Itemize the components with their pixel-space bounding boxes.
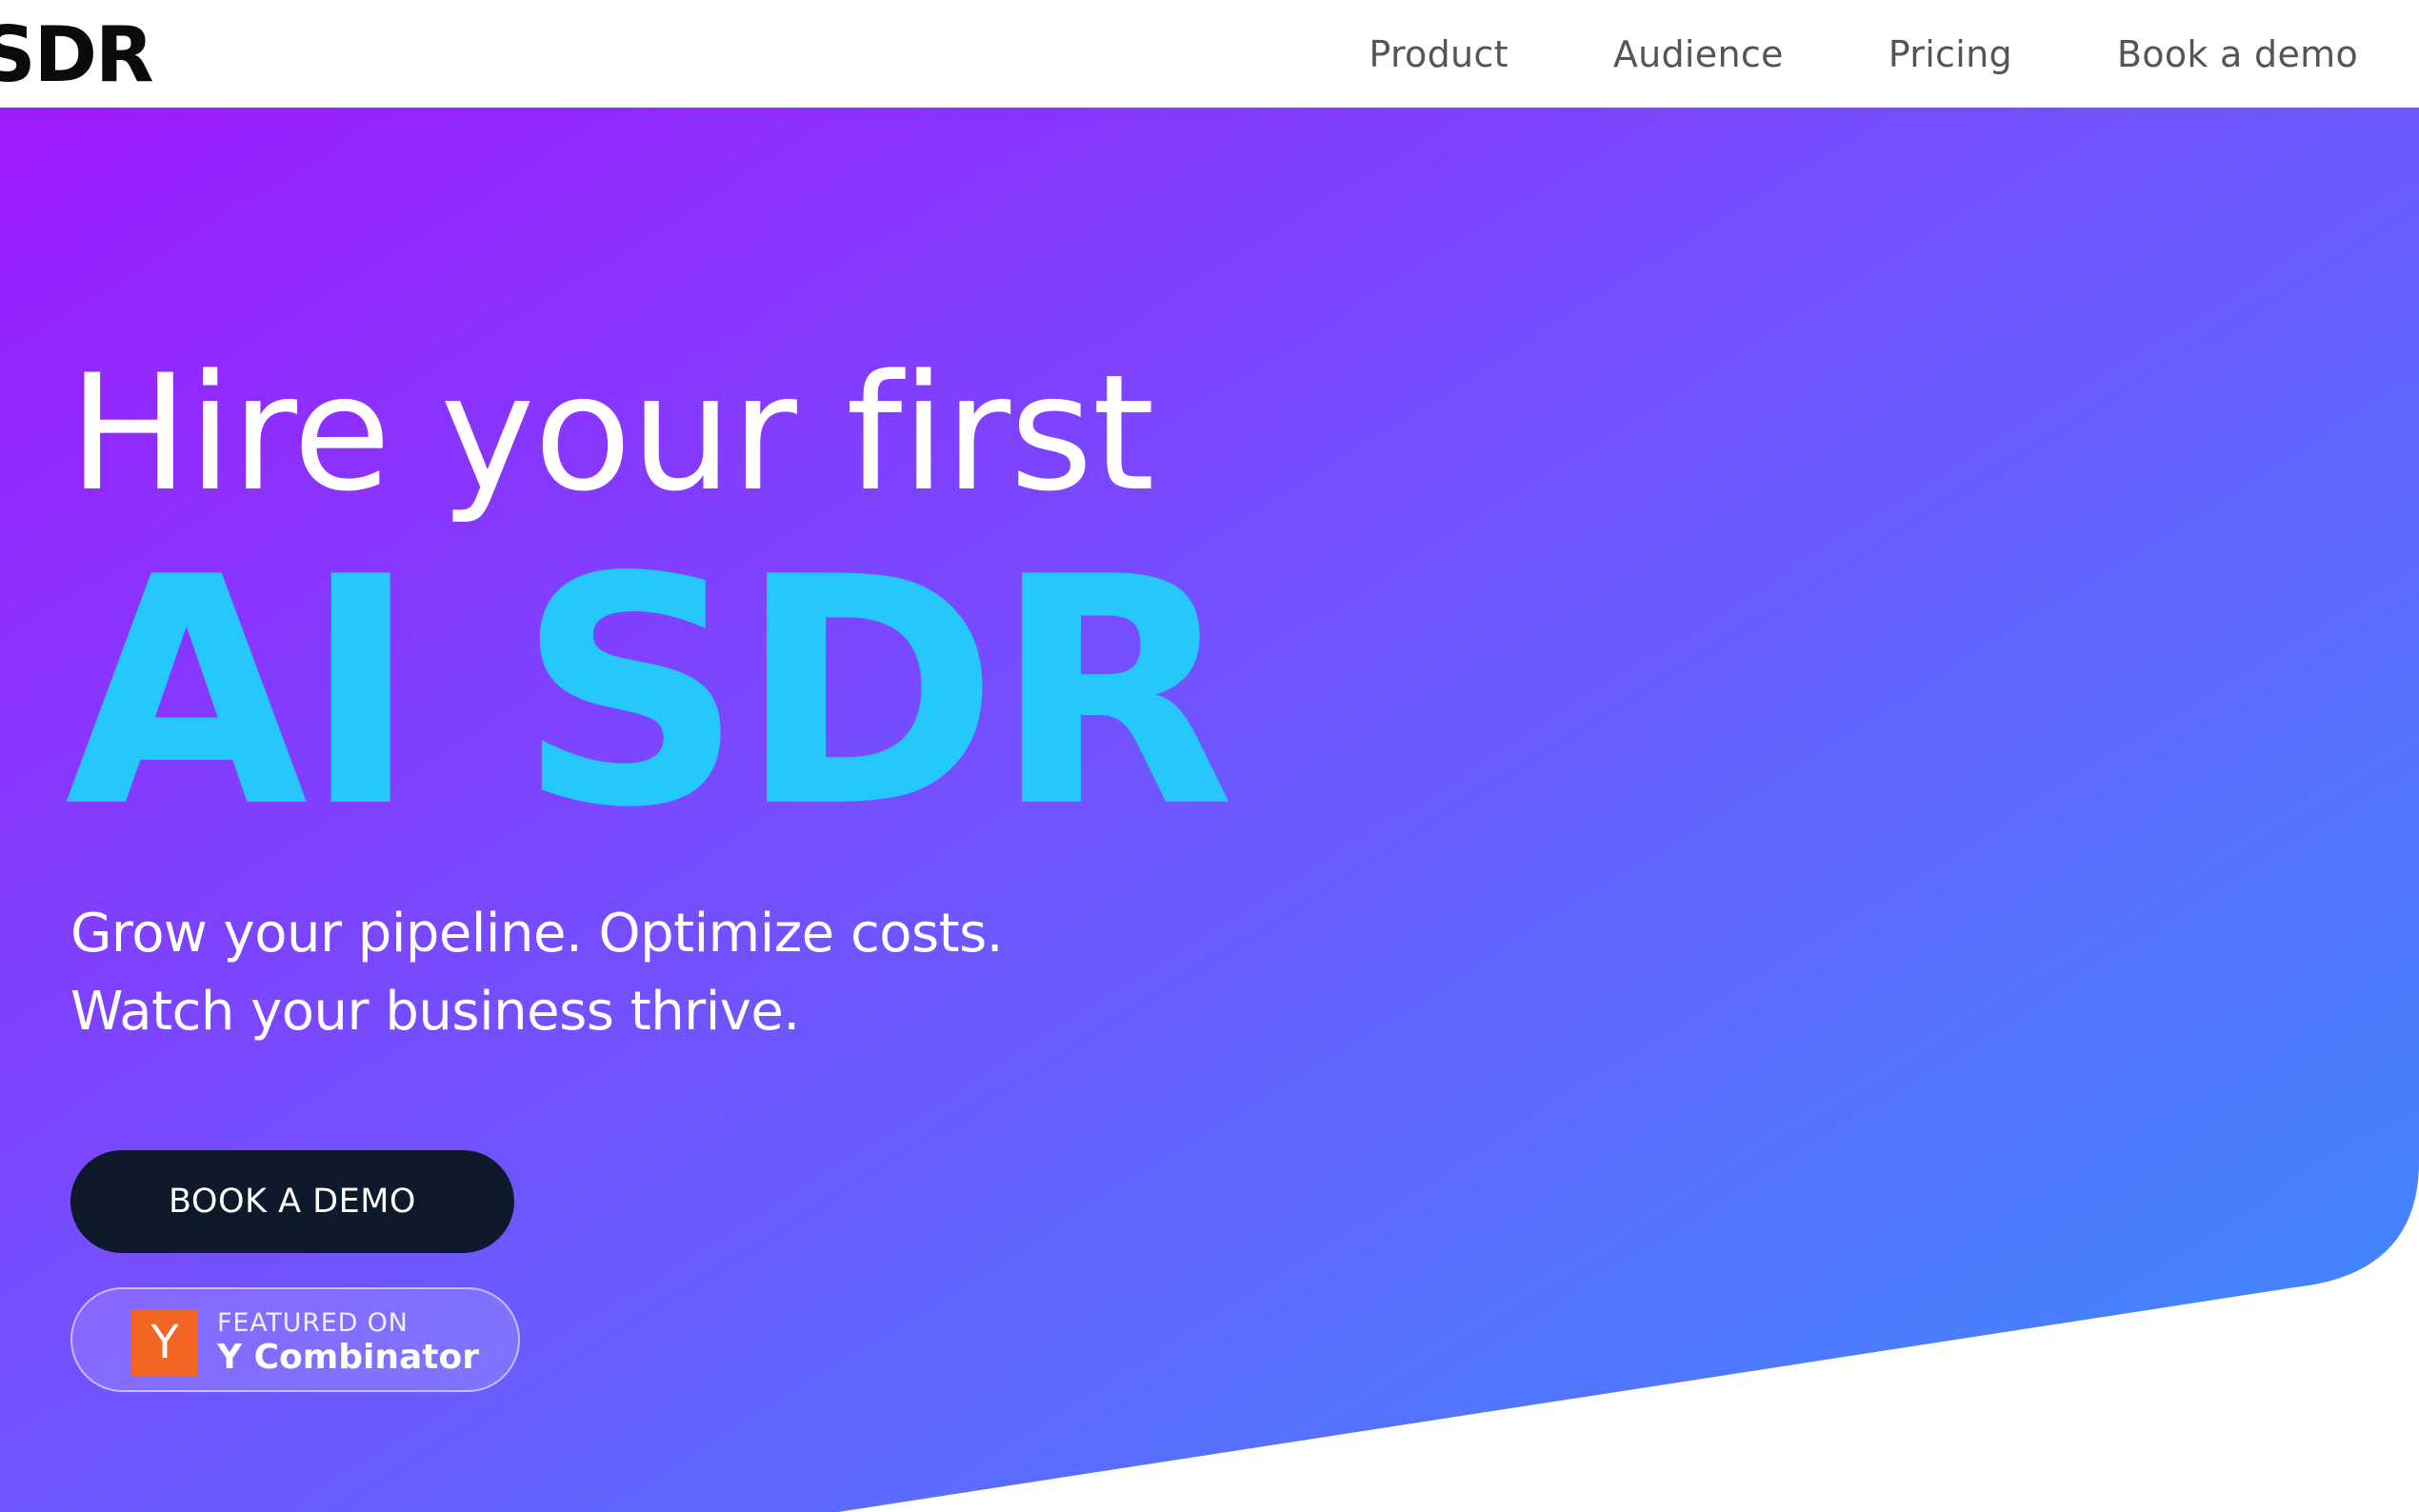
nav-link-pricing[interactable]: Pricing: [1889, 33, 2012, 75]
subtitle-line-1: Grow your pipeline. Optimize costs.: [70, 903, 1004, 965]
page: SDR Product Audience Pricing Book a demo…: [0, 0, 2419, 1512]
y-combinator-logo-icon: Y: [131, 1309, 198, 1376]
logo[interactable]: SDR: [0, 13, 154, 97]
site-header: SDR Product Audience Pricing Book a demo: [0, 0, 2419, 108]
yc-badge-text: FEATURED ON Y Combinator: [217, 1308, 479, 1377]
nav-link-audience[interactable]: Audience: [1613, 33, 1784, 75]
nav-link-product[interactable]: Product: [1369, 33, 1508, 75]
headline-line-2: AI SDR: [65, 510, 1235, 876]
yc-featured-badge[interactable]: Y FEATURED ON Y Combinator: [70, 1287, 520, 1392]
hero-section: Hire your first AI SDR Grow your pipelin…: [0, 0, 2419, 1512]
hero-subtitle: Grow your pipeline. Optimize costs. Watc…: [70, 895, 1309, 1051]
nav-link-book-demo[interactable]: Book a demo: [2117, 33, 2358, 75]
featured-on-label: FEATURED ON: [217, 1308, 409, 1338]
subtitle-line-2: Watch your business thrive.: [70, 981, 800, 1043]
y-combinator-name: Y Combinator: [217, 1338, 479, 1377]
main-nav: Product Audience Pricing Book a demo: [1369, 0, 2358, 108]
headline-line-1: Hire your first: [69, 340, 1155, 527]
book-demo-button[interactable]: BOOK A DEMO: [70, 1150, 514, 1253]
